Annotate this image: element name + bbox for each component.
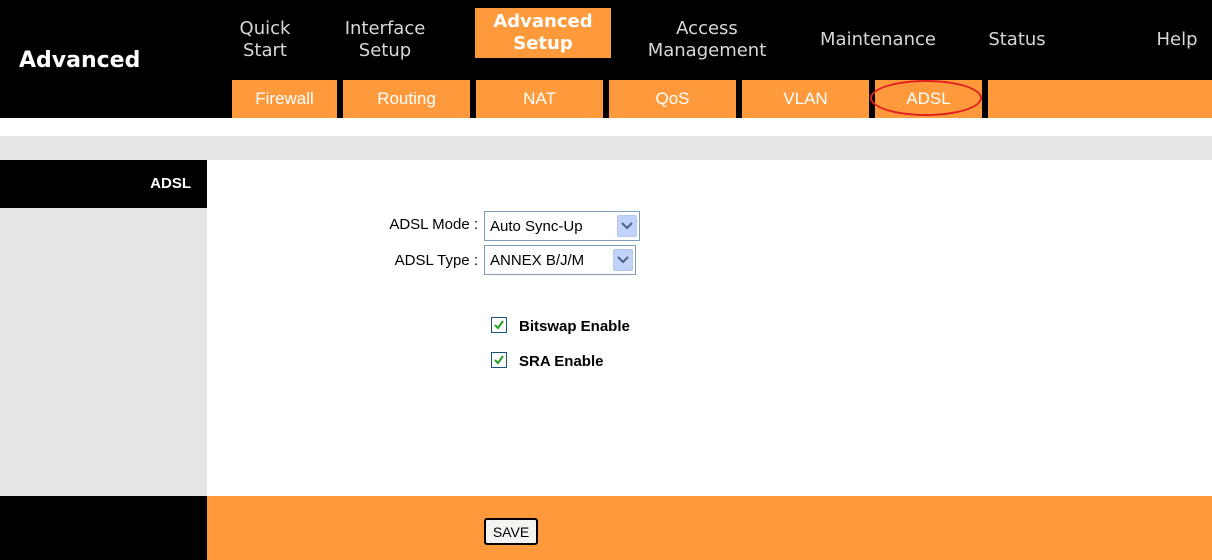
divider-band xyxy=(0,136,1212,160)
footer-left-panel xyxy=(0,496,207,560)
save-button[interactable]: SAVE xyxy=(484,518,538,545)
adsl-mode-label: ADSL Mode : xyxy=(389,216,478,233)
adsl-type-label: ADSL Type : xyxy=(394,252,478,269)
brand-title: Advanced xyxy=(19,48,141,73)
subtab-vlan[interactable]: VLAN xyxy=(742,80,869,118)
footer-bar xyxy=(207,496,1212,560)
sra-checkbox[interactable] xyxy=(491,352,507,368)
adsl-mode-value: Auto Sync-Up xyxy=(490,217,583,235)
adsl-mode-select[interactable]: Auto Sync-Up xyxy=(484,211,640,241)
tab-interface-setup[interactable]: Interface Setup xyxy=(335,0,435,80)
tab-maintenance[interactable]: Maintenance xyxy=(807,0,949,80)
tab-access-management[interactable]: Access Management xyxy=(639,0,775,80)
section-header: ADSL xyxy=(0,160,207,208)
sidebar-panel xyxy=(0,208,207,496)
top-navigation: Quick Start Interface Setup Advanced Setup … xyxy=(207,0,1212,80)
check-icon xyxy=(494,355,504,365)
chevron-down-icon[interactable] xyxy=(613,249,633,271)
subtab-routing[interactable]: Routing xyxy=(343,80,470,118)
bitswap-checkbox[interactable] xyxy=(491,317,507,333)
sub-navigation: Firewall Routing NAT QoS VLAN ADSL xyxy=(207,80,1212,118)
section-title: ADSL xyxy=(150,175,191,192)
subtab-nat[interactable]: NAT xyxy=(476,80,603,118)
header: Advanced Quick Start Interface Setup Advan… xyxy=(0,0,1212,118)
tab-quick-start[interactable]: Quick Start xyxy=(225,0,305,80)
bitswap-label: Bitswap Enable xyxy=(519,318,630,335)
check-icon xyxy=(494,320,504,330)
sra-label: SRA Enable xyxy=(519,353,604,370)
tab-help[interactable]: Help xyxy=(1147,0,1207,80)
subtab-qos[interactable]: QoS xyxy=(609,80,736,118)
adsl-type-select[interactable]: ANNEX B/J/M xyxy=(484,245,636,275)
adsl-type-value: ANNEX B/J/M xyxy=(490,251,585,269)
tab-advanced-setup[interactable]: Advanced Setup xyxy=(475,8,611,58)
brand-panel: Advanced xyxy=(0,0,207,118)
subnav-filler xyxy=(988,80,1212,118)
subtab-firewall[interactable]: Firewall xyxy=(232,80,337,118)
subtab-adsl[interactable]: ADSL xyxy=(875,80,982,118)
tab-status[interactable]: Status xyxy=(977,0,1057,80)
chevron-down-icon[interactable] xyxy=(617,215,637,237)
